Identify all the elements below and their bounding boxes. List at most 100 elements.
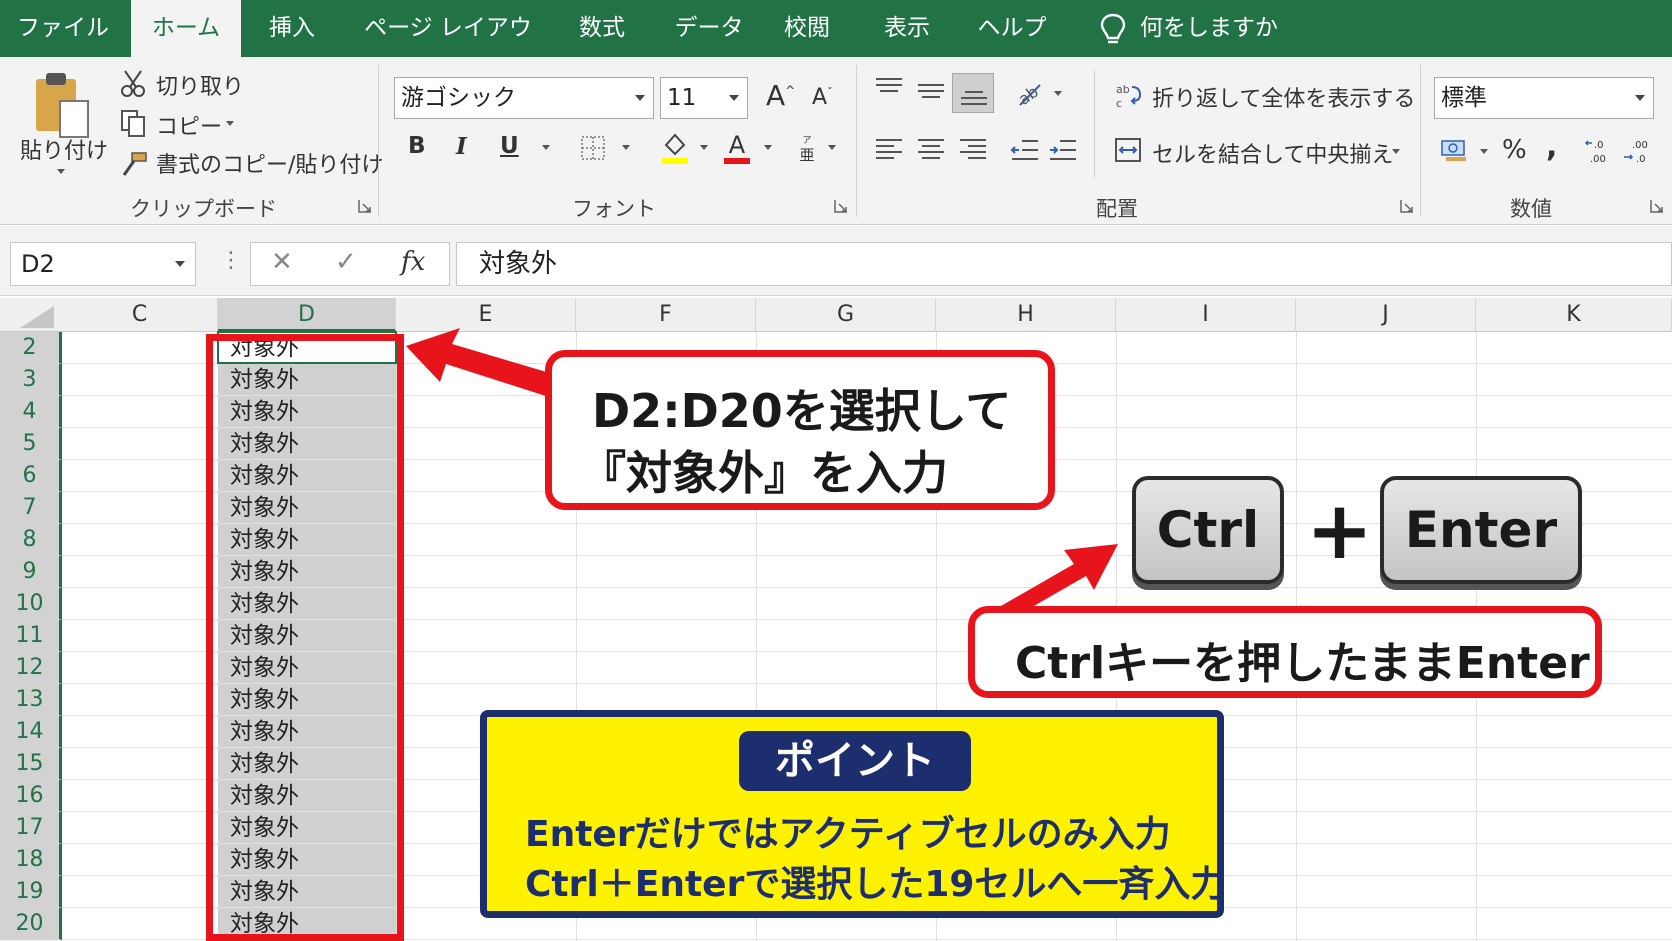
align-top-icon[interactable] (874, 77, 904, 99)
increase-decimal-icon[interactable]: .0 .00 (1584, 137, 1616, 165)
row-header[interactable]: 17 (0, 812, 62, 844)
orientation-icon[interactable]: ab (1014, 79, 1046, 109)
row-header[interactable]: 13 (0, 684, 62, 716)
decrease-indent-icon[interactable] (1010, 137, 1040, 163)
column-header-g[interactable]: G (756, 298, 936, 332)
fill-color-dropdown-icon[interactable] (700, 145, 708, 150)
row-header[interactable]: 9 (0, 556, 62, 588)
phonetic-guide-icon[interactable]: ア 亜 (796, 133, 818, 163)
column-header-i[interactable]: I (1116, 298, 1296, 332)
tab-view[interactable]: 表示 (872, 0, 942, 57)
tab-home[interactable]: ホーム (131, 0, 241, 57)
wrap-text-icon[interactable]: ab c (1114, 81, 1142, 109)
row-header[interactable]: 6 (0, 460, 62, 492)
svg-text:.0: .0 (1594, 140, 1604, 151)
fill-color-icon[interactable] (660, 131, 690, 165)
tab-data[interactable]: データ (664, 0, 754, 57)
copy-icon[interactable] (120, 109, 146, 137)
row-header[interactable]: 16 (0, 780, 62, 812)
tab-formulas[interactable]: 数式 (562, 0, 642, 57)
borders-icon[interactable] (580, 135, 606, 161)
align-left-icon[interactable] (874, 137, 904, 163)
insert-function-icon[interactable]: fx (401, 247, 425, 277)
align-middle-icon[interactable] (916, 81, 946, 103)
row-header[interactable]: 7 (0, 492, 62, 524)
row-header[interactable]: 14 (0, 716, 62, 748)
cancel-icon[interactable]: ✕ (271, 247, 293, 277)
comma-style-button[interactable]: , (1546, 129, 1557, 164)
font-color-dropdown-icon[interactable] (764, 145, 772, 150)
tab-insert[interactable]: 挿入 (252, 0, 332, 57)
shrink-font-icon[interactable]: Aˇ (812, 85, 833, 110)
align-center-icon[interactable] (916, 137, 946, 163)
alignment-launcher-icon[interactable] (1400, 199, 1414, 213)
row-header[interactable]: 8 (0, 524, 62, 556)
row-header[interactable]: 3 (0, 364, 62, 396)
underline-dropdown-icon[interactable] (542, 145, 550, 150)
enter-icon[interactable]: ✓ (335, 247, 357, 277)
align-right-icon[interactable] (958, 137, 988, 163)
merge-center-icon[interactable] (1114, 137, 1142, 163)
row-header[interactable]: 4 (0, 396, 62, 428)
row-header[interactable]: 20 (0, 908, 62, 940)
merge-dropdown-icon[interactable] (1392, 149, 1400, 154)
merge-center-button[interactable]: セルを結合して中央揃え (1152, 137, 1393, 169)
column-header-d[interactable]: D (218, 298, 396, 332)
copy-button[interactable]: コピー (156, 109, 222, 141)
decrease-decimal-icon[interactable]: .00 .0 (1622, 137, 1654, 165)
group-separator (1420, 65, 1421, 217)
formula-bar-grip-icon[interactable]: ⋮ (220, 248, 242, 273)
paste-label[interactable]: 貼り付け (20, 133, 108, 165)
font-family-select[interactable]: 游ゴシック (394, 77, 654, 119)
row-header[interactable]: 2 (0, 332, 62, 364)
wrap-text-button[interactable]: 折り返して全体を表示する (1152, 81, 1415, 113)
underline-button[interactable]: U (500, 133, 519, 159)
column-header-h[interactable]: H (936, 298, 1116, 332)
paste-icon[interactable] (30, 71, 92, 139)
row-header[interactable]: 11 (0, 620, 62, 652)
increase-indent-icon[interactable] (1048, 137, 1078, 163)
align-bottom-button[interactable] (952, 73, 994, 113)
formula-input[interactable]: 対象外 (456, 242, 1672, 286)
row-header[interactable]: 18 (0, 844, 62, 876)
column-header-f[interactable]: F (576, 298, 756, 332)
accounting-dropdown-icon[interactable] (1480, 149, 1488, 154)
format-painter-icon[interactable] (120, 151, 148, 177)
number-format-select[interactable]: 標準 (1434, 77, 1654, 119)
font-launcher-icon[interactable] (834, 199, 848, 213)
paste-dropdown-icon[interactable] (57, 169, 65, 174)
column-header-c[interactable]: C (62, 298, 218, 332)
percent-style-button[interactable]: % (1502, 135, 1527, 165)
grow-font-icon[interactable]: A^ (766, 79, 795, 112)
select-all-corner-icon[interactable] (0, 298, 62, 332)
number-launcher-icon[interactable] (1650, 199, 1664, 213)
name-box[interactable]: D2 (10, 242, 196, 286)
font-size-select[interactable]: 11 (660, 77, 748, 119)
tab-file[interactable]: ファイル (10, 0, 116, 57)
italic-button[interactable]: I (456, 133, 467, 160)
row-header[interactable]: 12 (0, 652, 62, 684)
borders-dropdown-icon[interactable] (622, 145, 630, 150)
tab-page-layout[interactable]: ページ レイアウト (360, 0, 536, 98)
enter-key-icon: Enter (1380, 476, 1582, 584)
phonetic-dropdown-icon[interactable] (828, 145, 836, 150)
row-header[interactable]: 15 (0, 748, 62, 780)
row-header[interactable]: 19 (0, 876, 62, 908)
tell-me-search[interactable]: 何をしますか (1140, 0, 1290, 57)
row-header[interactable]: 5 (0, 428, 62, 460)
clipboard-launcher-icon[interactable] (358, 199, 372, 213)
tab-help[interactable]: ヘルプ (970, 0, 1054, 57)
lightbulb-icon[interactable] (1098, 12, 1128, 46)
column-header-j[interactable]: J (1296, 298, 1476, 332)
orientation-dropdown-icon[interactable] (1054, 91, 1062, 96)
accounting-format-icon[interactable] (1440, 137, 1470, 163)
cut-button[interactable]: 切り取り (156, 69, 244, 101)
format-painter-button[interactable]: 書式のコピー/貼り付け (156, 147, 383, 179)
column-header-k[interactable]: K (1476, 298, 1672, 332)
bold-button[interactable]: B (408, 133, 426, 159)
row-header[interactable]: 10 (0, 588, 62, 620)
copy-dropdown-icon[interactable] (226, 121, 234, 126)
scissors-icon[interactable] (120, 69, 146, 97)
tab-review[interactable]: 校閲 (772, 0, 842, 57)
font-color-icon[interactable]: A (722, 131, 752, 165)
